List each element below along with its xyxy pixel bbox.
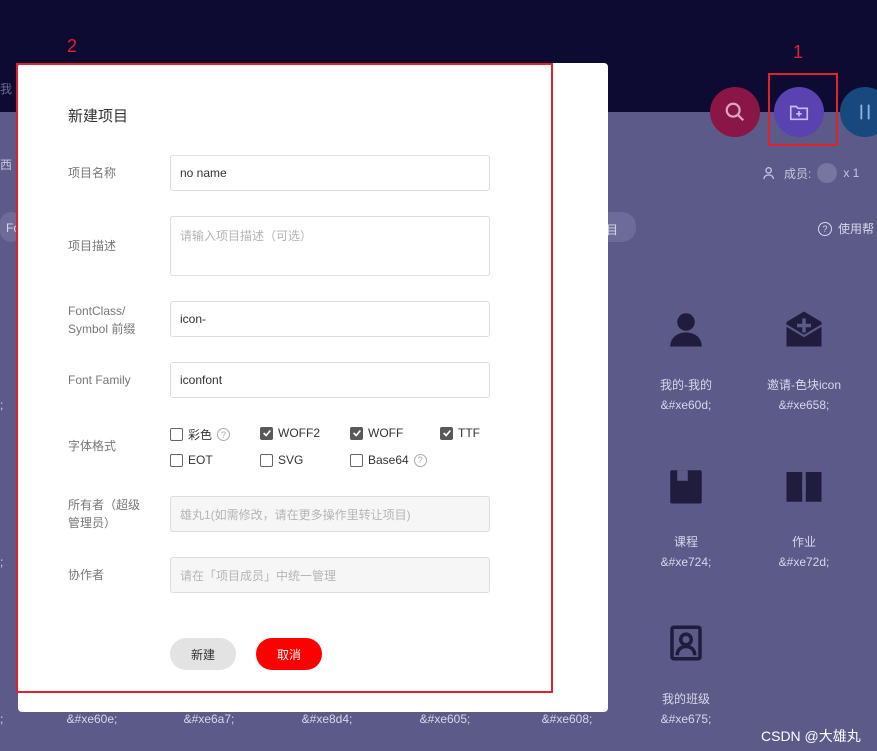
left-fragment: 西 (0, 158, 13, 172)
annotation-box-1 (768, 73, 838, 146)
course-icon (670, 470, 702, 504)
icon-code: &#xe72d; (778, 555, 830, 569)
icon-code: &#xe675; (660, 712, 712, 726)
icon-name: 作业 (791, 535, 817, 549)
help-circle-icon: ? (818, 221, 832, 236)
mail-invite-icon (785, 311, 823, 347)
usage-help-link[interactable]: ? 使用帮 (818, 220, 874, 237)
icon-code: &#xe8d4; (301, 712, 353, 726)
icon-name: 课程 (673, 535, 699, 549)
member-avatar (817, 163, 838, 183)
icon-code-fragment: ; (0, 398, 4, 412)
search-icon (725, 102, 745, 122)
icon-code: &#xe60e; (66, 712, 118, 726)
annotation-label-2: 2 (67, 36, 78, 56)
annotation-box-2 (16, 63, 553, 693)
member-info: 成员: x 1 (762, 163, 859, 183)
member-count: x 1 (843, 166, 860, 180)
annotation-label-1: 1 (793, 42, 804, 62)
icon-code: &#xe608; (541, 712, 593, 726)
usage-label: 使用帮 (838, 222, 875, 236)
icon-code: &#xe60d; (660, 398, 712, 412)
icon-code-fragment: ; (0, 555, 4, 569)
nav-fragment: 我 (0, 82, 13, 96)
icon-name: 我的班级 (661, 692, 711, 706)
icon-code: &#xe724; (660, 555, 712, 569)
member-label: 成员: (784, 166, 812, 181)
homework-book-icon (786, 472, 822, 502)
member-icon (763, 167, 774, 180)
search-button[interactable] (710, 87, 760, 137)
icon-name: 我的-我的 (660, 378, 712, 392)
icon-code: &#xe6a7; (183, 712, 235, 726)
watermark: CSDN @大雄丸 (761, 728, 861, 744)
icon-name: 邀请-色块icon (766, 378, 842, 392)
icon-code: &#xe605; (419, 712, 471, 726)
sort-arrows-icon (860, 104, 870, 120)
icon-code-fragment: ; (0, 712, 4, 726)
icon-code: &#xe658; (778, 398, 830, 412)
user-icon (670, 313, 702, 347)
my-class-icon (670, 625, 702, 661)
